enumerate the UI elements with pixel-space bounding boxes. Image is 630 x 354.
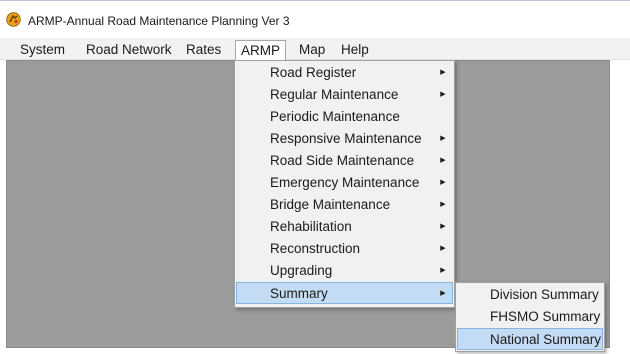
menu-item-label: Road Side Maintenance — [270, 153, 415, 168]
submenu-item-national-summary[interactable]: National Summary — [457, 328, 603, 350]
menu-rates[interactable]: Rates — [181, 41, 226, 58]
submenu-arrow-icon: ▶ — [440, 69, 446, 76]
submenu-arrow-icon: ▶ — [440, 201, 446, 208]
menu-item-regular-maintenance[interactable]: Regular Maintenance ▶ — [236, 84, 453, 106]
menu-item-label: Emergency Maintenance — [270, 175, 420, 190]
app-logo-icon — [6, 12, 21, 27]
submenu-arrow-icon: ▶ — [440, 179, 446, 186]
summary-submenu: Division Summary FHSMO Summary National … — [455, 282, 605, 352]
menu-item-label: Road Register — [270, 65, 357, 80]
submenu-item-label: National Summary — [490, 332, 602, 347]
menu-item-road-register[interactable]: Road Register ▶ — [236, 62, 453, 84]
menu-item-road-side-maintenance[interactable]: Road Side Maintenance ▶ — [236, 150, 453, 172]
menu-item-rehabilitation[interactable]: Rehabilitation ▶ — [236, 216, 453, 238]
title-bar: ARMP-Annual Road Maintenance Planning Ve… — [0, 0, 630, 38]
menu-item-label: Upgrading — [270, 263, 333, 278]
menu-item-reconstruction[interactable]: Reconstruction ▶ — [236, 238, 453, 260]
menu-armp[interactable]: ARMP — [235, 40, 287, 61]
menu-system[interactable]: System — [15, 41, 70, 58]
submenu-arrow-icon: ▶ — [440, 91, 446, 98]
submenu-arrow-icon: ▶ — [440, 223, 446, 230]
window-title: ARMP-Annual Road Maintenance Planning Ve… — [28, 14, 290, 28]
menu-item-label: Summary — [270, 286, 328, 301]
menu-item-label: Responsive Maintenance — [270, 131, 422, 146]
menu-bar: System Road Network Rates ARMP Map Help — [0, 38, 630, 61]
submenu-item-division-summary[interactable]: Division Summary — [457, 284, 603, 306]
submenu-item-label: Division Summary — [490, 287, 599, 302]
submenu-arrow-icon: ▶ — [440, 290, 446, 297]
menu-item-upgrading[interactable]: Upgrading ▶ — [236, 260, 453, 282]
submenu-arrow-icon: ▶ — [440, 267, 446, 274]
submenu-arrow-icon: ▶ — [440, 135, 446, 142]
menu-item-summary[interactable]: Summary ▶ — [236, 282, 453, 304]
window-edge — [610, 60, 630, 354]
menu-item-label: Rehabilitation — [270, 219, 352, 234]
menu-item-bridge-maintenance[interactable]: Bridge Maintenance ▶ — [236, 194, 453, 216]
menu-item-periodic-maintenance[interactable]: Periodic Maintenance — [236, 106, 453, 128]
menu-map[interactable]: Map — [294, 41, 330, 58]
menu-item-label: Periodic Maintenance — [270, 109, 400, 124]
menu-item-label: Reconstruction — [270, 241, 361, 256]
submenu-arrow-icon: ▶ — [440, 157, 446, 164]
menu-item-label: Bridge Maintenance — [270, 197, 391, 212]
submenu-arrow-icon: ▶ — [440, 245, 446, 252]
menu-item-responsive-maintenance[interactable]: Responsive Maintenance ▶ — [236, 128, 453, 150]
submenu-item-label: FHSMO Summary — [490, 309, 601, 324]
menu-help[interactable]: Help — [336, 41, 374, 58]
armp-dropdown-menu: Road Register ▶ Regular Maintenance ▶ Pe… — [234, 60, 455, 308]
menu-road-network[interactable]: Road Network — [81, 41, 177, 58]
submenu-item-fhsmo-summary[interactable]: FHSMO Summary — [457, 306, 603, 328]
menu-item-emergency-maintenance[interactable]: Emergency Maintenance ▶ — [236, 172, 453, 194]
menu-item-label: Regular Maintenance — [270, 87, 399, 102]
